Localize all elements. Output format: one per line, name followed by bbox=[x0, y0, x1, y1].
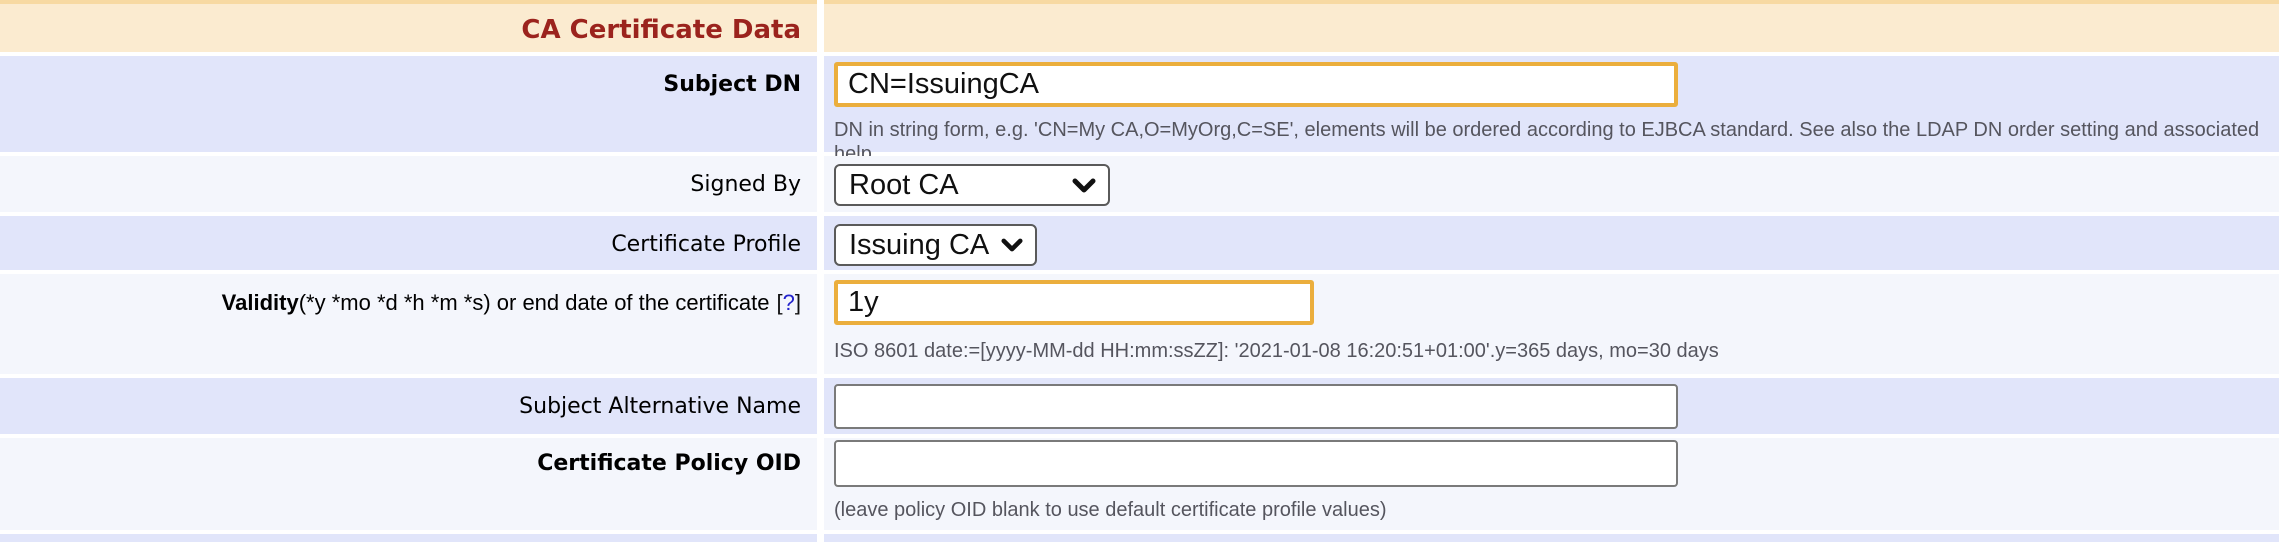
certificate-policy-oid-label-cell: Certificate Policy OID bbox=[0, 438, 817, 530]
row-subject-alt-name: Subject Alternative Name bbox=[0, 378, 2279, 434]
next-row-field-cell bbox=[824, 534, 2279, 542]
subject-alt-name-field-cell bbox=[824, 378, 2279, 434]
next-row-label-cell bbox=[0, 534, 817, 542]
validity-field-cell: ISO 8601 date:=[yyyy-MM-dd HH:mm:ssZZ]: … bbox=[824, 274, 2279, 374]
certificate-policy-oid-label: Certificate Policy OID bbox=[537, 451, 801, 476]
signed-by-field-cell: Root CA bbox=[824, 156, 2279, 212]
certificate-profile-label-cell: Certificate Profile bbox=[0, 216, 817, 270]
certificate-profile-label: Certificate Profile bbox=[611, 232, 801, 257]
validity-input[interactable] bbox=[834, 280, 1314, 325]
certificate-profile-select[interactable]: Issuing CA bbox=[834, 224, 1037, 266]
section-header-row: CA Certificate Data bbox=[0, 0, 2279, 52]
validity-label: Validity(*y *mo *d *h *m *s) or end date… bbox=[222, 290, 801, 315]
subject-dn-label-cell: Subject DN bbox=[0, 56, 817, 152]
subject-dn-label: Subject DN bbox=[663, 72, 801, 97]
validity-label-strong: Validity bbox=[222, 290, 299, 315]
row-signed-by: Signed By Root CA bbox=[0, 156, 2279, 212]
certificate-policy-oid-helper-text: (leave policy OID blank to use default c… bbox=[834, 498, 2279, 522]
edit-ca-form: CA Certificate Data Subject DN DN in str… bbox=[0, 0, 2284, 542]
subject-dn-field-cell: DN in string form, e.g. 'CN=My CA,O=MyOr… bbox=[824, 56, 2279, 152]
signed-by-select[interactable]: Root CA bbox=[834, 164, 1110, 206]
subject-dn-input[interactable] bbox=[834, 62, 1678, 107]
certificate-policy-oid-input[interactable] bbox=[834, 440, 1678, 487]
subject-alt-name-label: Subject Alternative Name bbox=[519, 394, 801, 419]
row-certificate-policy-oid: Certificate Policy OID (leave policy OID… bbox=[0, 438, 2279, 530]
subject-alt-name-input[interactable] bbox=[834, 384, 1678, 429]
certificate-policy-oid-field-cell: (leave policy OID blank to use default c… bbox=[824, 438, 2279, 530]
subject-alt-name-label-cell: Subject Alternative Name bbox=[0, 378, 817, 434]
certificate-profile-select-control[interactable]: Issuing CA bbox=[836, 226, 1035, 264]
row-subject-dn: Subject DN DN in string form, e.g. 'CN=M… bbox=[0, 56, 2279, 152]
section-header-title-cell: CA Certificate Data bbox=[0, 0, 817, 52]
signed-by-label-cell: Signed By bbox=[0, 156, 817, 212]
section-title: CA Certificate Data bbox=[521, 15, 801, 45]
validity-label-rest: (*y *mo *d *h *m *s) or end date of the … bbox=[299, 290, 770, 315]
row-validity: Validity(*y *mo *d *h *m *s) or end date… bbox=[0, 274, 2279, 374]
certificate-profile-field-cell: Issuing CA bbox=[824, 216, 2279, 270]
signed-by-select-control[interactable]: Root CA bbox=[836, 166, 1108, 204]
question-mark-icon: ? bbox=[783, 290, 795, 315]
validity-helper-text: ISO 8601 date:=[yyyy-MM-dd HH:mm:ssZZ]: … bbox=[834, 339, 2279, 363]
row-certificate-profile: Certificate Profile Issuing CA bbox=[0, 216, 2279, 270]
validity-label-cell: Validity(*y *mo *d *h *m *s) or end date… bbox=[0, 274, 817, 374]
validity-help-link[interactable]: [?] bbox=[777, 290, 802, 315]
next-row-partial bbox=[0, 534, 2279, 542]
signed-by-label: Signed By bbox=[690, 172, 801, 197]
section-header-spacer-cell bbox=[824, 0, 2279, 52]
